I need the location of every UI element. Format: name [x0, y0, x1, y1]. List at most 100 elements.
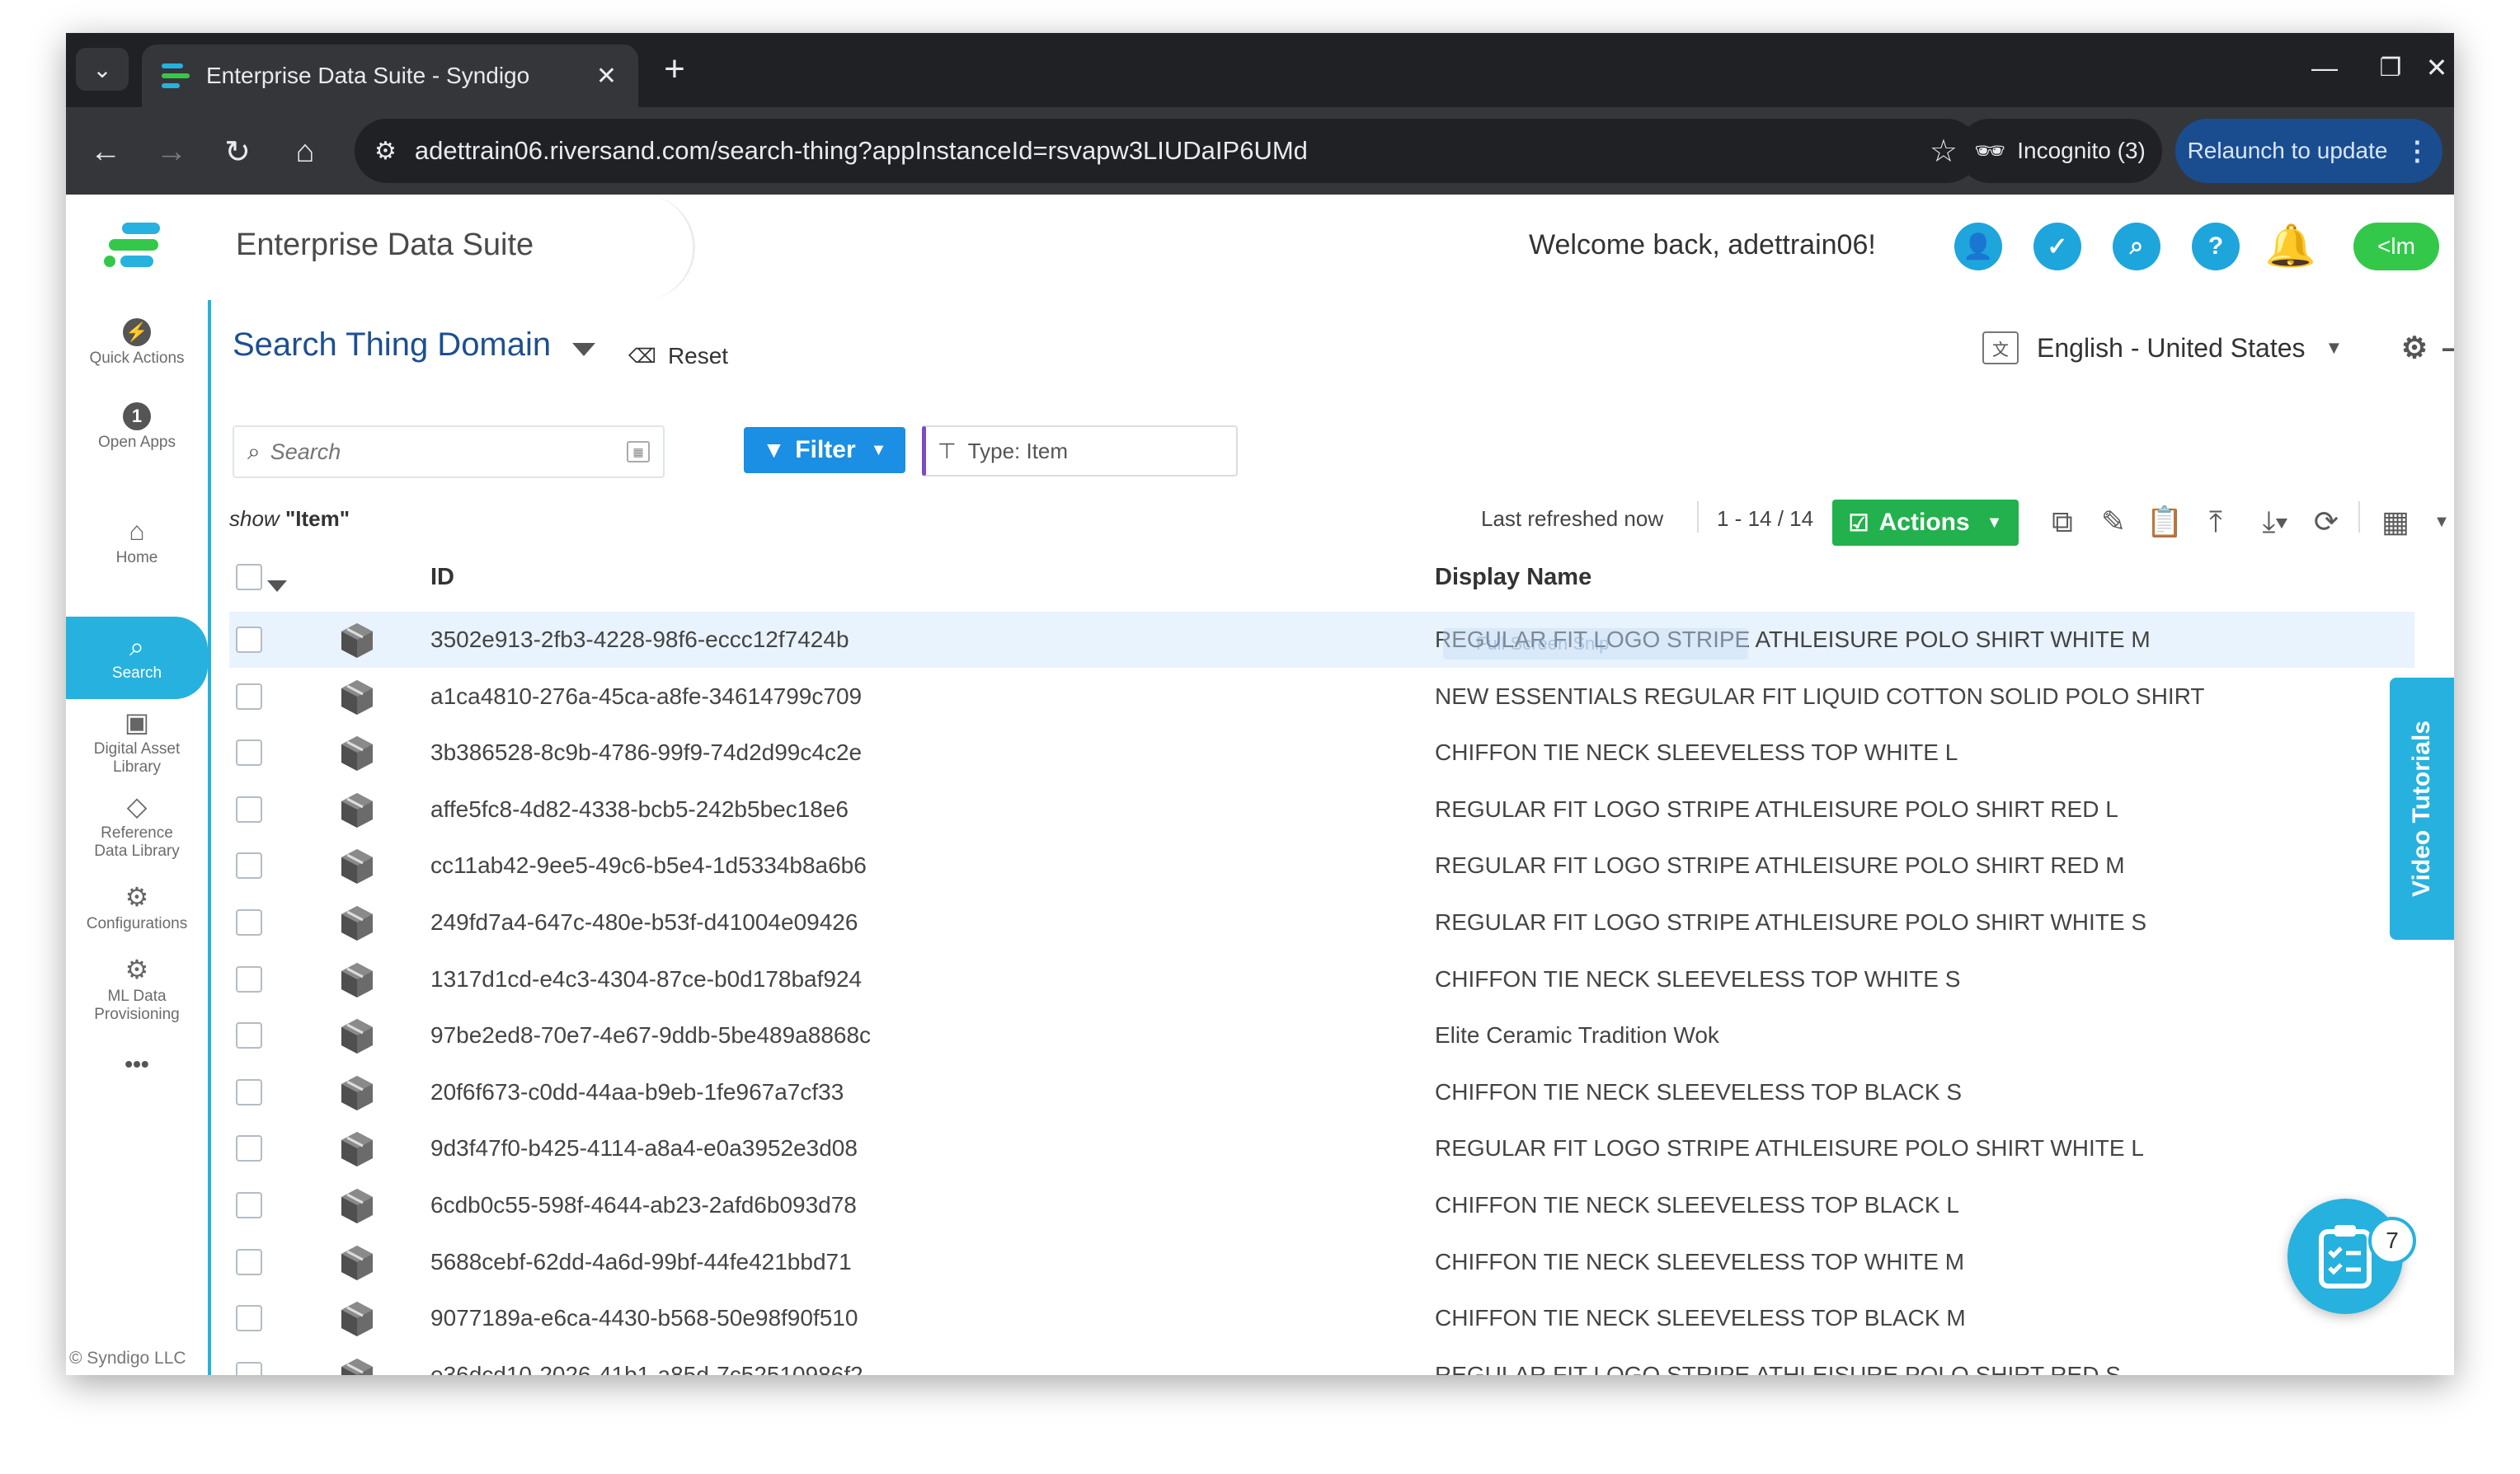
table-row[interactable]: 20f6f673-c0dd-44aa-b9eb-1fe967a7cf33 CHIF… — [229, 1064, 2414, 1120]
new-tab-button[interactable]: + — [653, 48, 696, 91]
table-row[interactable]: 3502e913-2fb3-4228-98f6-eccc12f7424b REGU… — [229, 612, 2414, 668]
language-selector[interactable]: 文 English - United States ▼ — [1982, 331, 2343, 364]
clipboard-icon[interactable]: 📋 — [2144, 501, 2185, 542]
sidebar-item-ml-data-provisioning[interactable]: ⚙ ML Data Provisioning — [66, 955, 208, 1024]
search-options-icon[interactable]: ▦ — [627, 441, 650, 462]
more-vert-icon[interactable]: ⋮ — [2404, 135, 2430, 167]
table-row[interactable]: 97be2ed8-70e7-4e67-9ddb-5be489a8868c Elit… — [229, 1007, 2414, 1063]
sidebar-item-digital-asset-library[interactable]: ▣ Digital Asset Library — [66, 707, 208, 777]
grid-view-icon[interactable]: ▦ — [2375, 501, 2416, 542]
close-window-button[interactable]: ✕ — [2419, 45, 2454, 91]
reload-icon[interactable]: ↻ — [214, 129, 261, 175]
table-row[interactable]: 3b386528-8c9b-4786-99f9-74d2d99c4c2e CHIF… — [229, 725, 2414, 781]
row-display-name[interactable]: Elite Ceramic Tradition Wok — [1435, 1022, 1719, 1049]
row-display-name[interactable]: CHIFFON TIE NECK SLEEVELESS TOP WHITE S — [1435, 966, 1960, 993]
table-row[interactable]: affe5fc8-4d82-4338-bcb5-242b5bec18e6 REGU… — [229, 782, 2414, 838]
table-row[interactable]: 249fd7a4-647c-480e-b53f-d41004e09426 REGU… — [229, 894, 2414, 951]
user-profile-icon[interactable]: 👤 — [1954, 223, 2002, 270]
table-row[interactable]: 6cdb0c55-598f-4644-ab23-2afd6b093d78 CHIF… — [229, 1177, 2414, 1233]
table-row[interactable]: 1317d1cd-e4c3-4304-87ce-b0d178baf924 CHIF… — [229, 951, 2414, 1007]
row-checkbox[interactable] — [236, 1192, 262, 1218]
edit-icon[interactable]: ✎ — [2093, 501, 2134, 542]
row-checkbox[interactable] — [236, 1022, 262, 1049]
row-checkbox[interactable] — [236, 796, 262, 823]
row-checkbox[interactable] — [236, 1361, 262, 1375]
row-checkbox[interactable] — [236, 1248, 262, 1275]
row-id[interactable]: e36dcd10-2026-41b1-a85d-7c52510986f2 — [430, 1362, 863, 1375]
row-checkbox[interactable] — [236, 683, 262, 710]
sidebar-item-quick-actions[interactable]: ⚡ Quick Actions — [66, 318, 208, 368]
row-id[interactable]: affe5fc8-4d82-4338-bcb5-242b5bec18e6 — [430, 796, 849, 823]
row-display-name[interactable]: CHIFFON TIE NECK SLEEVELESS TOP BLACK M — [1435, 1305, 1966, 1331]
sidebar-item-configurations[interactable]: ⚙ Configurations — [66, 882, 208, 933]
restore-button[interactable]: ❐ — [2353, 45, 2428, 91]
browser-tab[interactable]: Enterprise Data Suite - Syndigo ✕ — [142, 45, 638, 107]
row-display-name[interactable]: REGULAR FIT LOGO STRIPE ATHLEISURE POLO … — [1435, 852, 2125, 879]
address-bar[interactable]: ⚙ adettrain06.riversand.com/search-thing… — [355, 119, 1979, 183]
help-icon[interactable]: ? — [2192, 223, 2240, 270]
reset-button[interactable]: ⌫ Reset — [628, 343, 728, 369]
incognito-indicator[interactable]: 🕶 Incognito (3) — [1958, 119, 2162, 183]
table-row[interactable]: e36dcd10-2026-41b1-a85d-7c52510986f2 REGU… — [229, 1347, 2414, 1375]
table-row[interactable]: 9077189a-e6ca-4430-b568-50e98f90f510 CHIF… — [229, 1290, 2414, 1346]
video-tutorials-tab[interactable]: Video Tutorials — [2390, 678, 2454, 940]
chevron-down-icon[interactable]: ▼ — [2421, 501, 2454, 542]
sidebar-item-home[interactable]: ⌂ Home — [66, 516, 208, 567]
row-checkbox[interactable] — [236, 1078, 262, 1106]
filter-button[interactable]: ▼ Filter ▼ — [744, 427, 905, 473]
lm-badge[interactable]: <lm — [2353, 223, 2439, 270]
site-settings-icon[interactable]: ⚙ — [374, 137, 397, 166]
syndigo-logo-icon[interactable] — [101, 214, 176, 280]
page-title[interactable]: Search Thing Domain — [233, 326, 551, 364]
sidebar-item-open-apps[interactable]: 1 Open Apps — [66, 402, 208, 452]
row-checkbox[interactable] — [236, 852, 262, 880]
notifications-bell-icon[interactable]: 🔔 — [2265, 219, 2316, 272]
row-id[interactable]: 1317d1cd-e4c3-4304-87ce-b0d178baf924 — [430, 966, 862, 993]
row-display-name[interactable]: REGULAR FIT LOGO STRIPE ATHLEISURE POLO … — [1435, 1135, 2144, 1162]
row-display-name[interactable]: NEW ESSENTIALS REGULAR FIT LIQUID COTTON… — [1435, 683, 2205, 710]
row-id[interactable]: cc11ab42-9ee5-49c6-b5e4-1d5334b8a6b6 — [430, 852, 867, 879]
row-display-name[interactable]: REGULAR FIT LOGO STRIPE ATHLEISURE POLO … — [1435, 909, 2146, 936]
upload-icon[interactable]: ⤒ — [2195, 501, 2236, 542]
row-id[interactable]: a1ca4810-276a-45ca-a8fe-34614799c709 — [430, 683, 862, 710]
bookmark-star-icon[interactable]: ☆ — [1930, 133, 1958, 170]
column-header-display-name[interactable]: Display Name — [1435, 564, 1591, 591]
row-id[interactable]: 6cdb0c55-598f-4644-ab23-2afd6b093d78 — [430, 1192, 857, 1218]
sidebar-item-search[interactable]: ⌕ Search — [66, 617, 208, 699]
tab-close-icon[interactable]: ✕ — [596, 62, 617, 91]
global-search-icon[interactable]: ⌕ — [2113, 223, 2160, 270]
sidebar-item-reference-data-library[interactable]: ◇ Reference Data Library — [66, 791, 208, 861]
select-all-checkbox[interactable] — [236, 564, 262, 590]
column-header-id[interactable]: ID — [430, 564, 454, 591]
actions-button[interactable]: ☑ Actions ▼ — [1832, 500, 2019, 546]
back-arrow-icon[interactable]: ← — [82, 129, 129, 175]
bulk-edit-icon[interactable]: ⧉ — [2042, 501, 2083, 542]
row-id[interactable]: 5688cebf-62dd-4a6d-99bf-44fe421bbd71 — [430, 1249, 852, 1275]
refresh-icon[interactable]: ⟳ — [2306, 501, 2347, 542]
type-filter-chip[interactable]: ⊤ Type: Item — [922, 425, 1238, 476]
table-row[interactable]: 5688cebf-62dd-4a6d-99bf-44fe421bbd71 CHIF… — [229, 1234, 2414, 1290]
row-checkbox[interactable] — [236, 909, 262, 936]
row-id[interactable]: 3b386528-8c9b-4786-99f9-74d2d99c4c2e — [430, 739, 862, 766]
row-checkbox[interactable] — [236, 1305, 262, 1332]
tab-search-button[interactable]: ⌄ — [76, 48, 129, 91]
minimize-button[interactable]: — — [2287, 45, 2362, 91]
search-field[interactable]: ⌕ ▦ — [233, 425, 665, 478]
title-dropdown-icon[interactable] — [572, 343, 595, 356]
row-display-name[interactable]: CHIFFON TIE NECK SLEEVELESS TOP BLACK L — [1435, 1192, 1959, 1218]
row-display-name[interactable]: CHIFFON TIE NECK SLEEVELESS TOP WHITE M — [1435, 1249, 1964, 1275]
row-id[interactable]: 20f6f673-c0dd-44aa-b9eb-1fe967a7cf33 — [430, 1079, 844, 1106]
row-display-name[interactable]: CHIFFON TIE NECK SLEEVELESS TOP BLACK S — [1435, 1079, 1962, 1106]
select-dropdown-icon[interactable] — [267, 580, 287, 592]
row-id[interactable]: 249fd7a4-647c-480e-b53f-d41004e09426 — [430, 909, 858, 936]
download-icon[interactable]: ⤓▾ — [2246, 501, 2304, 542]
row-checkbox[interactable] — [236, 965, 262, 993]
search-input[interactable] — [268, 438, 627, 466]
row-display-name[interactable]: REGULAR FIT LOGO STRIPE ATHLEISURE POLO … — [1435, 796, 2118, 823]
row-checkbox[interactable] — [236, 739, 262, 767]
settings-gear-icon[interactable]: ⚙ — [2395, 328, 2434, 368]
row-display-name[interactable]: REGULAR FIT LOGO STRIPE ATHLEISURE POLO … — [1435, 1362, 2121, 1375]
row-display-name[interactable]: CHIFFON TIE NECK SLEEVELESS TOP WHITE L — [1435, 739, 1958, 766]
row-checkbox[interactable] — [236, 1135, 262, 1162]
sidebar-more-icon[interactable]: ••• — [66, 1053, 208, 1076]
